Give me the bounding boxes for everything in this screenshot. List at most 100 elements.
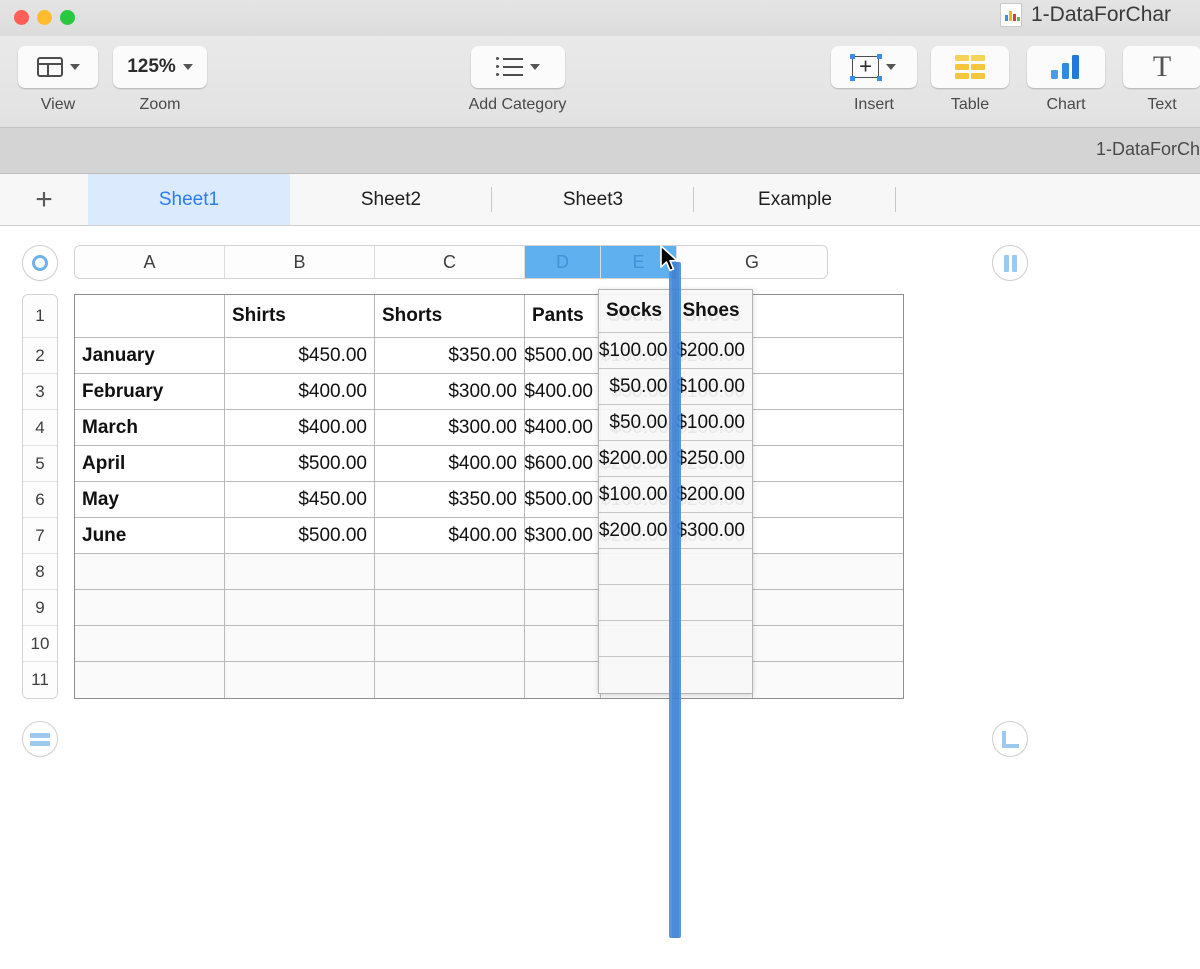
table-row[interactable]: May$450.00$350.00$500.00$100.00$200.00	[75, 482, 903, 518]
table-cell[interactable]: $400.00	[225, 410, 375, 446]
table-cell[interactable]: $350.00	[375, 338, 525, 374]
row-header-9[interactable]: 9	[23, 590, 57, 626]
table-cell[interactable]	[753, 446, 903, 482]
table-cell[interactable]: $500.00	[525, 338, 601, 374]
table-cell[interactable]	[75, 295, 225, 338]
row-header-6[interactable]: 6	[23, 482, 57, 518]
table-cell[interactable]: $350.00	[375, 482, 525, 518]
table-cell[interactable]	[753, 662, 903, 698]
column-header-b[interactable]: B	[225, 246, 375, 278]
column-header-a[interactable]: A	[75, 246, 225, 278]
table-row[interactable]: February$400.00$300.00$400.00$50.00$100.…	[75, 374, 903, 410]
table-cell[interactable]: $400.00	[375, 446, 525, 482]
table-row[interactable]	[75, 662, 903, 698]
table-cell[interactable]: $600.00	[525, 446, 601, 482]
table-cell[interactable]	[75, 626, 225, 662]
row-header-7[interactable]: 7	[23, 518, 57, 554]
table-row[interactable]: April$500.00$400.00$600.00$200.00$250.00	[75, 446, 903, 482]
minimize-button[interactable]	[37, 10, 52, 25]
column-handle[interactable]	[992, 245, 1028, 281]
table-cell[interactable]: Shorts	[375, 295, 525, 338]
add-sheet-button[interactable]: +	[0, 174, 88, 225]
table-cell[interactable]: March	[75, 410, 225, 446]
table-cell[interactable]: $500.00	[525, 482, 601, 518]
table-cell[interactable]	[75, 662, 225, 698]
table-cell[interactable]: $450.00	[225, 482, 375, 518]
table-cell[interactable]	[75, 554, 225, 590]
table-cell[interactable]	[753, 554, 903, 590]
table-cell[interactable]	[753, 410, 903, 446]
table-cell[interactable]	[225, 590, 375, 626]
text-button[interactable]: T	[1123, 46, 1200, 88]
close-button[interactable]	[14, 10, 29, 25]
table-cell[interactable]: June	[75, 518, 225, 554]
table-row[interactable]	[75, 626, 903, 662]
table-cell[interactable]	[375, 662, 525, 698]
row-header-11[interactable]: 11	[23, 662, 57, 698]
zoom-button[interactable]: 125%	[113, 46, 207, 88]
table-cell[interactable]: $500.00	[225, 446, 375, 482]
row-header-5[interactable]: 5	[23, 446, 57, 482]
toolbar-chart[interactable]: Chart	[1026, 46, 1106, 114]
table-row[interactable]	[75, 590, 903, 626]
table-cell[interactable]	[753, 295, 903, 338]
table-cell[interactable]: $400.00	[225, 374, 375, 410]
table-cell[interactable]: $400.00	[525, 410, 601, 446]
sheet-tab-sheet1[interactable]: Sheet1	[88, 174, 290, 225]
table-cell[interactable]	[225, 662, 375, 698]
table-cell[interactable]	[75, 590, 225, 626]
table-cell[interactable]: $500.00	[225, 518, 375, 554]
table-cell[interactable]: January	[75, 338, 225, 374]
table-row[interactable]: ShirtsShortsPantsSocksShoes	[75, 295, 903, 338]
toolbar-insert[interactable]: Insert	[829, 46, 919, 114]
table-cell[interactable]: $400.00	[525, 374, 601, 410]
table-cell[interactable]: February	[75, 374, 225, 410]
sheet-tab-example[interactable]: Example	[694, 174, 896, 225]
table-row[interactable]	[75, 554, 903, 590]
table-cell[interactable]: $400.00	[375, 518, 525, 554]
table-cell[interactable]	[375, 590, 525, 626]
table-button[interactable]	[931, 46, 1009, 88]
table-cell[interactable]	[225, 554, 375, 590]
toolbar-view[interactable]: View	[18, 46, 98, 114]
table-row[interactable]: March$400.00$300.00$400.00$50.00$100.00	[75, 410, 903, 446]
row-header-1[interactable]: 1	[23, 295, 57, 338]
toolbar-table[interactable]: Table	[930, 46, 1010, 114]
view-button[interactable]	[18, 46, 98, 88]
insert-button[interactable]	[831, 46, 917, 88]
table-cell[interactable]: $300.00	[375, 410, 525, 446]
spreadsheet-grid[interactable]: ShirtsShortsPantsSocksShoesJanuary$450.0…	[74, 294, 904, 699]
table-cell[interactable]	[525, 554, 601, 590]
table-cell[interactable]: $300.00	[525, 518, 601, 554]
resize-handle[interactable]	[992, 721, 1028, 757]
table-cell[interactable]	[753, 590, 903, 626]
row-header-8[interactable]: 8	[23, 554, 57, 590]
toolbar-add-category[interactable]: Add Category	[445, 46, 590, 114]
toolbar-zoom[interactable]: 125% Zoom	[113, 46, 207, 114]
row-header-10[interactable]: 10	[23, 626, 57, 662]
table-cell[interactable]: Shirts	[225, 295, 375, 338]
table-cell[interactable]	[753, 374, 903, 410]
table-cell[interactable]: $300.00	[375, 374, 525, 410]
select-all-handle[interactable]	[22, 245, 58, 281]
table-cell[interactable]: Pants	[525, 295, 601, 338]
table-cell[interactable]	[375, 626, 525, 662]
table-row[interactable]: January$450.00$350.00$500.00$100.00$200.…	[75, 338, 903, 374]
table-row[interactable]: June$500.00$400.00$300.00$200.00$300.00	[75, 518, 903, 554]
column-header-c[interactable]: C	[375, 246, 525, 278]
table-cell[interactable]	[525, 662, 601, 698]
row-header-2[interactable]: 2	[23, 338, 57, 374]
maximize-button[interactable]	[60, 10, 75, 25]
toolbar-text[interactable]: T Text	[1122, 46, 1200, 114]
table-cell[interactable]: May	[75, 482, 225, 518]
table-cell[interactable]	[375, 554, 525, 590]
sheet-tab-sheet2[interactable]: Sheet2	[290, 174, 492, 225]
table-cell[interactable]	[753, 626, 903, 662]
add-category-button[interactable]	[470, 46, 565, 88]
table-cell[interactable]	[225, 626, 375, 662]
row-header-4[interactable]: 4	[23, 410, 57, 446]
table-cell[interactable]	[525, 590, 601, 626]
table-cell[interactable]	[753, 338, 903, 374]
sheet-tab-sheet3[interactable]: Sheet3	[492, 174, 694, 225]
column-header-d[interactable]: D	[525, 246, 601, 278]
